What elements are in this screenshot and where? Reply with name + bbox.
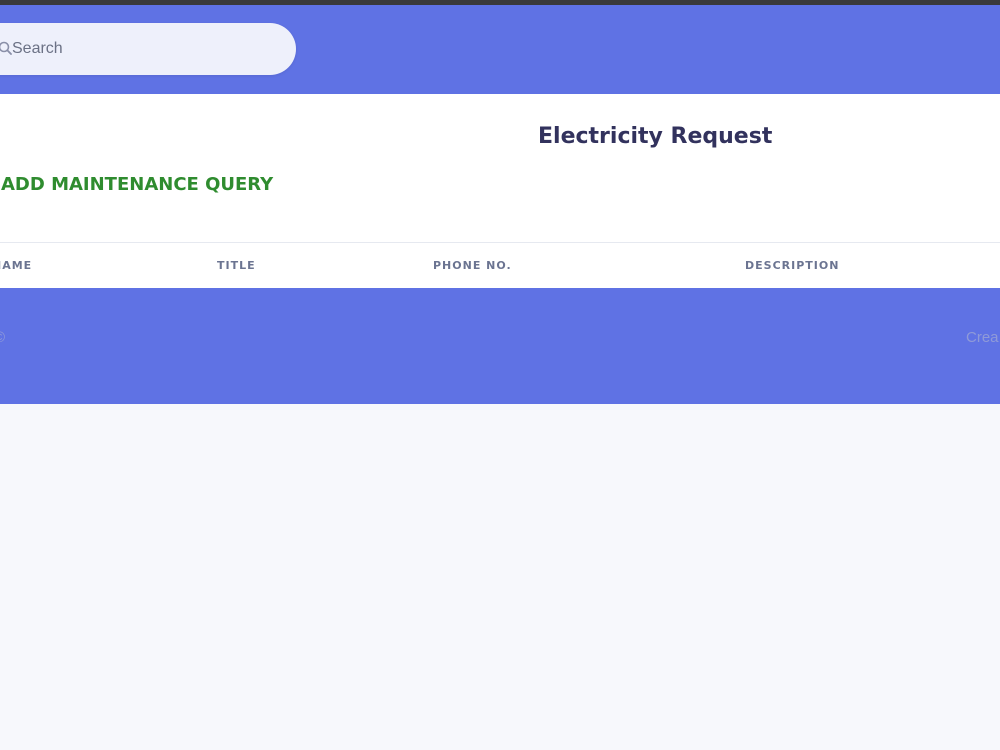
table-header: NAME TITLE PHONE NO. DESCRIPTION (0, 242, 1000, 288)
add-maintenance-query-link[interactable]: ADD MAINTENANCE QUERY (1, 174, 273, 195)
search-icon (0, 41, 12, 55)
column-header-name[interactable]: NAME (0, 259, 32, 272)
top-navbar (0, 5, 1000, 94)
footer-copyright: © (0, 329, 5, 346)
footer: © Crea (0, 288, 1000, 404)
search-box[interactable] (0, 23, 296, 75)
page-background (0, 404, 1000, 750)
footer-credit[interactable]: Crea (966, 329, 999, 346)
column-header-phone[interactable]: PHONE NO. (433, 259, 512, 272)
page-title: Electricity Request (538, 124, 773, 149)
column-header-title[interactable]: TITLE (217, 259, 256, 272)
search-input[interactable] (12, 23, 272, 75)
column-header-description[interactable]: DESCRIPTION (745, 259, 839, 272)
request-card: Electricity Request ADD MAINTENANCE QUER… (0, 94, 1000, 242)
